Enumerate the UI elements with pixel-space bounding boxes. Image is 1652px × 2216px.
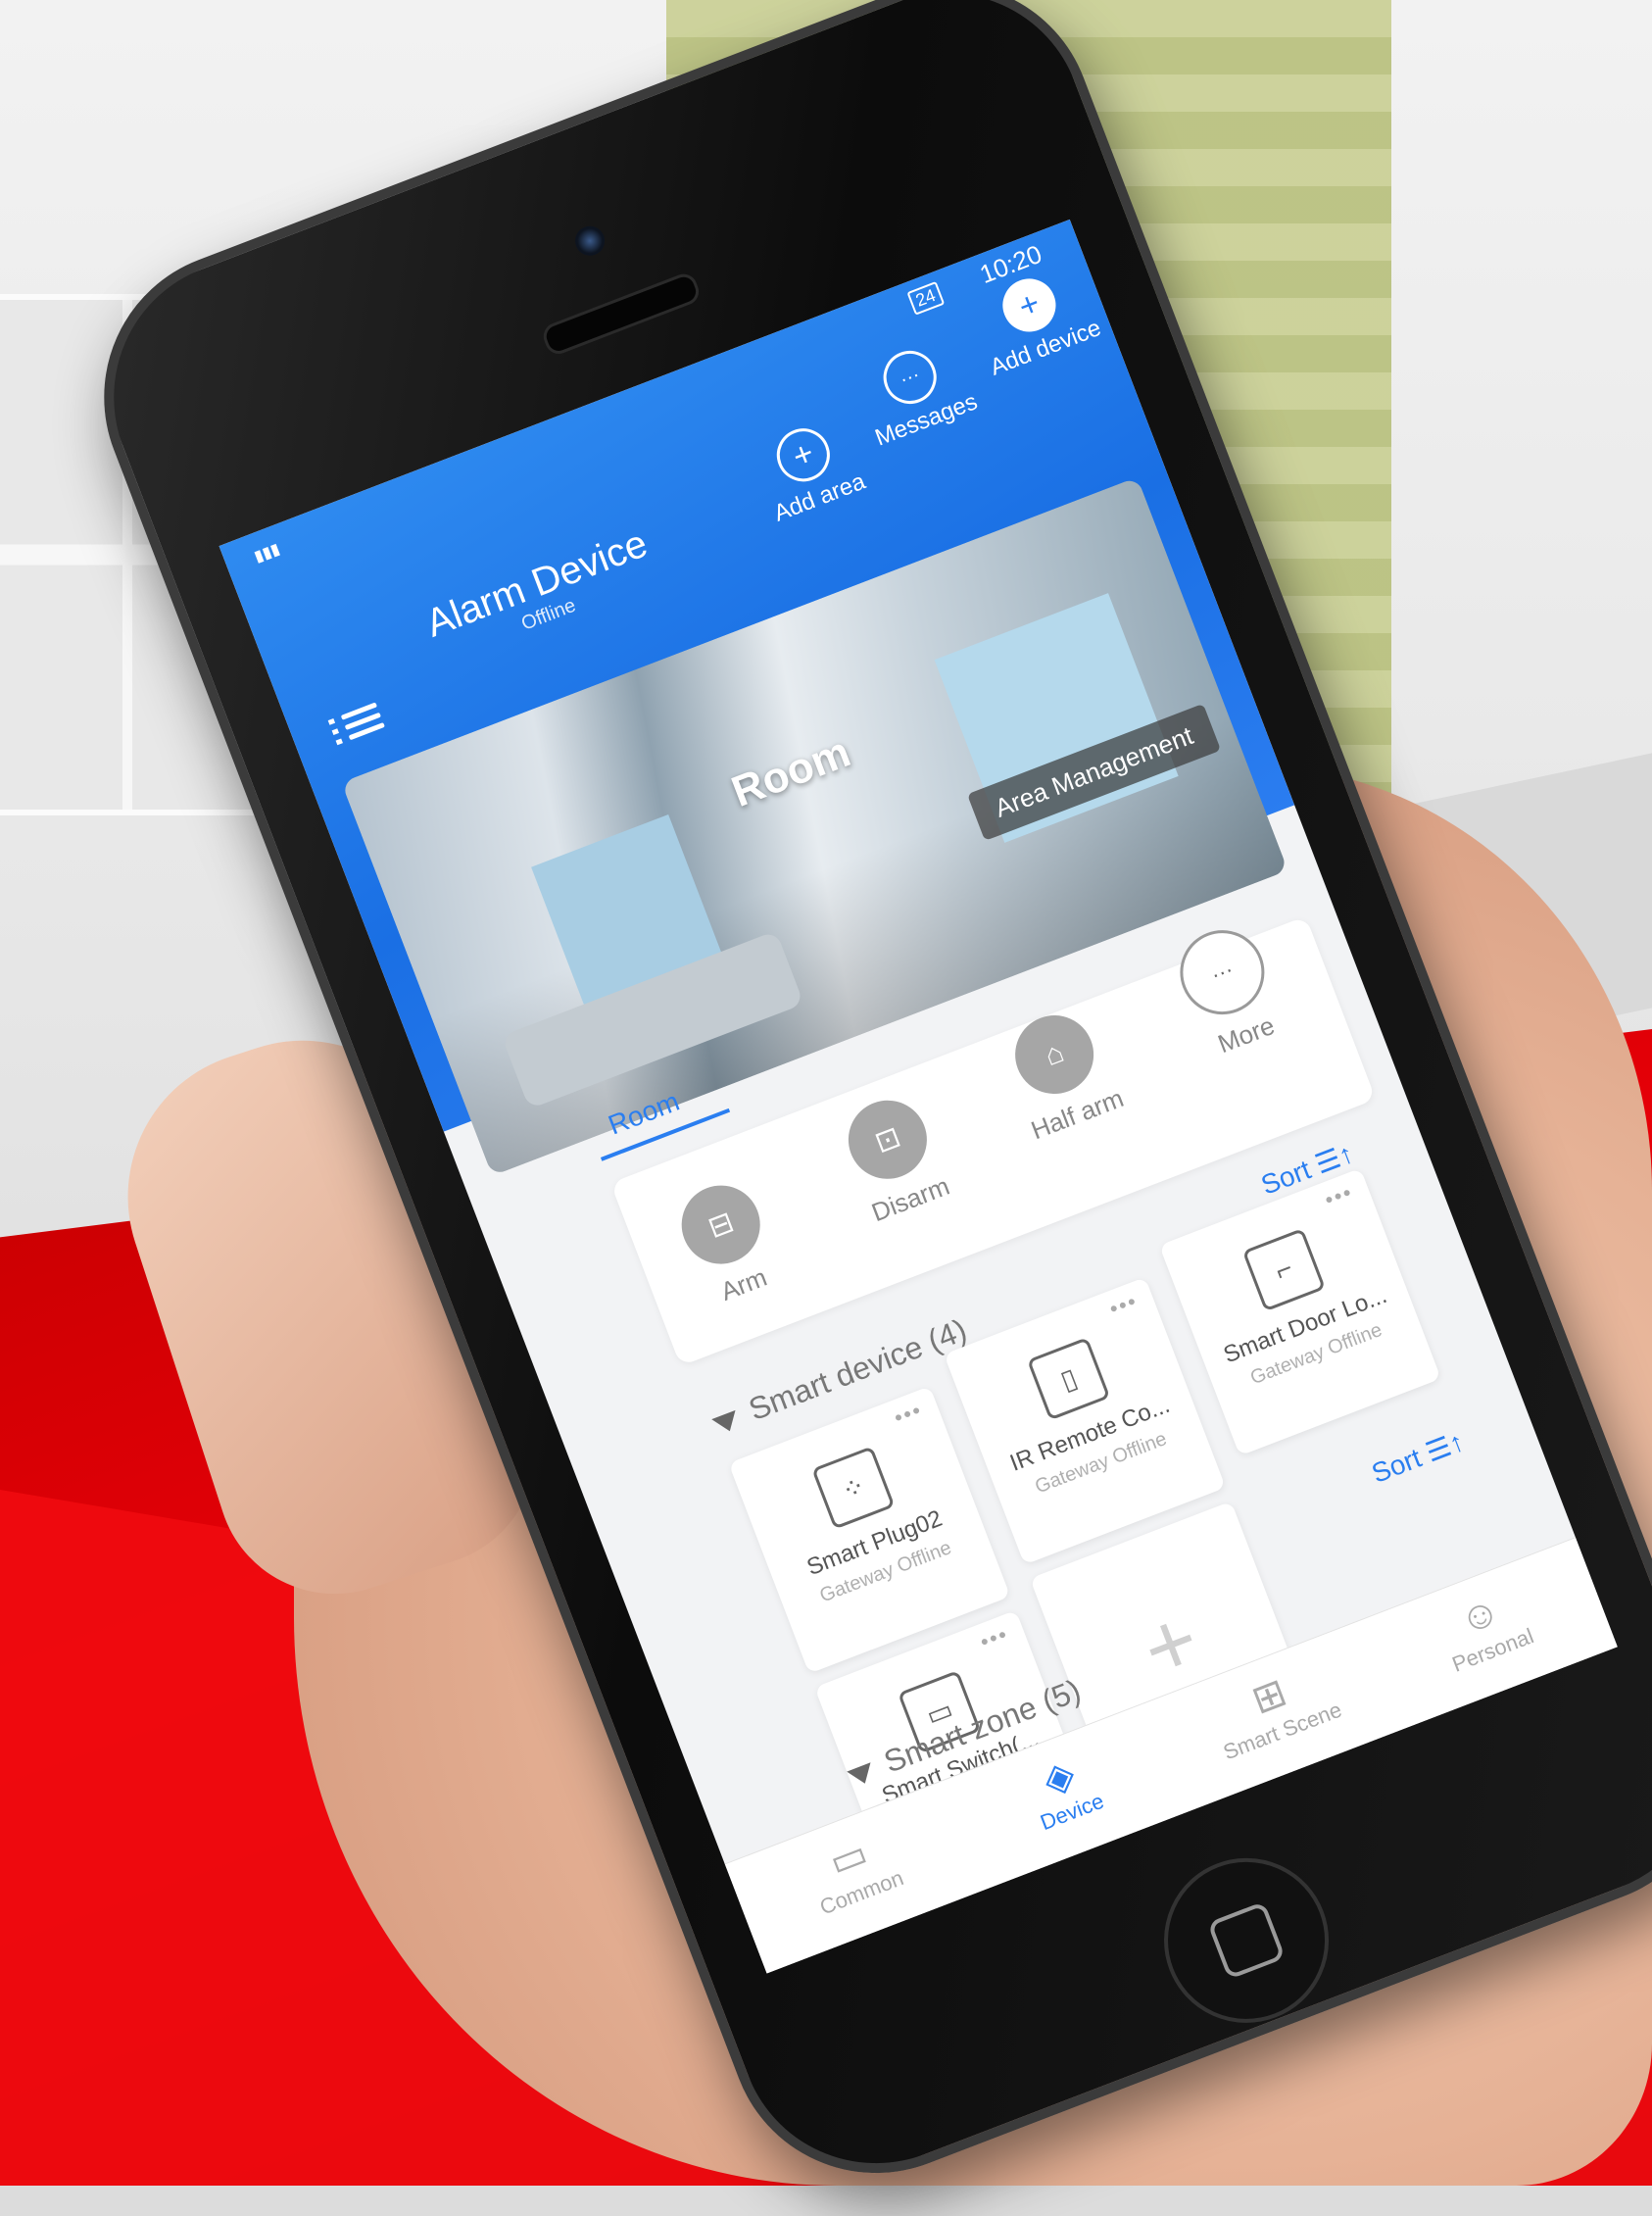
nav-personal[interactable]: ☺ Personal — [1397, 1565, 1571, 1691]
speaker-grille — [539, 270, 704, 359]
disarm-label: Disarm — [867, 1170, 954, 1228]
card-menu-icon[interactable]: ••• — [1321, 1179, 1356, 1213]
lock-icon: ⊟ — [670, 1173, 772, 1276]
disarm-button[interactable]: ⊡ Disarm — [809, 1078, 980, 1238]
half-arm-label: Half arm — [1027, 1083, 1128, 1146]
more-label: More — [1213, 1010, 1279, 1059]
more-button[interactable]: ··· More — [1143, 909, 1316, 1074]
home-square-icon — [1206, 1900, 1287, 1980]
unlock-icon: ⊡ — [837, 1089, 939, 1191]
add-circle-icon: + — [768, 420, 838, 490]
home-icon: ⌂ — [1003, 1004, 1105, 1106]
nav-common[interactable]: ▭ Common — [766, 1807, 940, 1933]
battery-indicator: 24 — [906, 280, 946, 316]
card-menu-icon[interactable]: ••• — [1106, 1288, 1142, 1322]
collapse-triangle-icon — [711, 1409, 742, 1436]
card-menu-icon[interactable]: ••• — [891, 1397, 926, 1431]
phone-screen: ▮▮▮ 24 10:20 Alarm Device Offline + Add … — [219, 219, 1618, 1974]
device-card-smart-door-lock[interactable]: ••• ⌐ Smart Door Lo... Gateway Offline — [1158, 1167, 1441, 1456]
phone-wrap: ▮▮▮ 24 10:20 Alarm Device Offline + Add … — [0, 0, 1652, 2216]
chat-bubble-icon: ··· — [875, 343, 945, 412]
plug-icon: ⁘ — [811, 1446, 896, 1530]
home-button[interactable] — [1140, 1834, 1353, 2047]
zone-sort-button[interactable]: Sort ☰↑ — [1367, 1425, 1469, 1490]
phone: ▮▮▮ 24 10:20 Alarm Device Offline + Add … — [61, 0, 1652, 2216]
menu-icon[interactable] — [326, 697, 388, 752]
collapse-triangle-icon — [847, 1761, 877, 1788]
title-block: Alarm Device Offline — [420, 521, 661, 667]
more-icon: ··· — [1167, 917, 1277, 1027]
half-arm-button[interactable]: ⌂ Half arm — [976, 994, 1146, 1154]
card-menu-icon[interactable]: ••• — [977, 1621, 1012, 1655]
signal-icon: ▮▮▮ — [252, 540, 283, 566]
room-label: Room — [725, 727, 857, 816]
door-lock-icon: ⌐ — [1241, 1228, 1327, 1312]
camera-icon — [570, 222, 609, 261]
arm-label: Arm — [716, 1261, 771, 1306]
arm-button[interactable]: ⊟ Arm — [643, 1163, 813, 1323]
add-area-button[interactable]: + Add area — [739, 410, 880, 532]
zone-sort-label: Sort — [1367, 1442, 1426, 1489]
remote-icon: ▯ — [1026, 1337, 1111, 1421]
